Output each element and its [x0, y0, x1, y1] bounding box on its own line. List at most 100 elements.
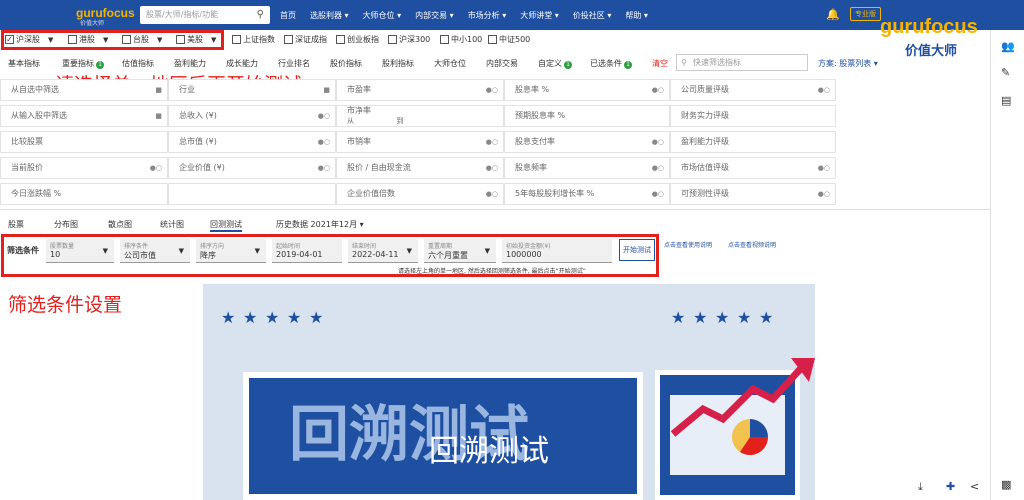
- checkbox-icon[interactable]: [488, 35, 497, 44]
- index-sme100[interactable]: 中小100: [440, 34, 482, 45]
- pro-badge[interactable]: 专业版: [850, 7, 881, 21]
- filter-cell[interactable]: 股息率 % ●○: [504, 79, 670, 101]
- tab-valuation[interactable]: 估值指标: [122, 58, 154, 69]
- region-tw[interactable]: 台股 ▼: [122, 34, 162, 45]
- filter-cell[interactable]: 企业价值 (¥) ●○: [168, 157, 336, 179]
- bell-icon[interactable]: 🔔: [826, 8, 840, 21]
- filter-cell[interactable]: 总市值 (¥) ●○: [168, 131, 336, 153]
- video-guide-link[interactable]: 点击查看视频说明: [728, 240, 776, 249]
- start-test-button[interactable]: 开始测试: [619, 239, 655, 261]
- pencil-icon[interactable]: ✎: [1001, 66, 1010, 79]
- tab-growth[interactable]: 成长能力: [226, 58, 258, 69]
- feedback-icon[interactable]: ▩: [1001, 478, 1011, 491]
- clear-button[interactable]: 清空: [652, 58, 668, 69]
- indicator-search-input[interactable]: ⚲ 快速筛选指标: [676, 54, 808, 71]
- index-chinext[interactable]: 创业板指: [336, 34, 379, 45]
- sort-field-select[interactable]: 排序条件 公司市值 ▼: [120, 239, 190, 263]
- checkbox-icon[interactable]: [122, 35, 131, 44]
- filter-cell[interactable]: 市净率从 到: [336, 105, 504, 127]
- region-us[interactable]: 美股 ▼: [176, 34, 216, 45]
- nav-guru-holdings[interactable]: 大师仓位 ▾: [363, 10, 402, 21]
- chevron-down-icon[interactable]: ▼: [157, 36, 162, 44]
- index-csi300[interactable]: 沪深300: [388, 34, 430, 45]
- sort-direction-select[interactable]: 排序方向 降序 ▼: [196, 239, 266, 263]
- filter-cell[interactable]: 公司质量评级 ●○: [670, 79, 836, 101]
- nav-home[interactable]: 首页: [280, 10, 296, 21]
- chevron-down-icon[interactable]: ▼: [103, 36, 108, 44]
- filter-cell[interactable]: 财务实力评级: [670, 105, 836, 127]
- subtab-stats[interactable]: 统计图: [160, 219, 184, 230]
- checkbox-icon[interactable]: [284, 35, 293, 44]
- filter-cell[interactable]: [168, 183, 336, 205]
- scheme-dropdown[interactable]: 方案: 股票列表 ▾: [818, 58, 878, 69]
- subtab-distribution[interactable]: 分布图: [54, 219, 78, 230]
- filter-cell[interactable]: 盈利能力评级: [670, 131, 836, 153]
- reset-period-select[interactable]: 重置周期 六个月重置 ▼: [424, 239, 496, 263]
- filter-cell[interactable]: 股息支付率 ●○: [504, 131, 670, 153]
- checkbox-icon[interactable]: [68, 35, 77, 44]
- subtab-scatter[interactable]: 散点图: [108, 219, 132, 230]
- region-cn[interactable]: ✓ 沪深股 ▼: [5, 34, 53, 45]
- filter-cell[interactable]: 市盈率 ●○: [336, 79, 504, 101]
- start-date-input[interactable]: 起始时间 2019-04-01: [272, 239, 342, 263]
- nav-market-analysis[interactable]: 市场分析 ▾: [468, 10, 507, 21]
- subtab-backtest[interactable]: 回测测试: [210, 219, 242, 232]
- checkbox-checked-icon[interactable]: ✓: [5, 35, 14, 44]
- filter-cell[interactable]: 当前股价 ●○: [0, 157, 168, 179]
- filter-cell[interactable]: 从自选中筛选 ■: [0, 79, 168, 101]
- index-szse[interactable]: 深证成指: [284, 34, 327, 45]
- filter-cell[interactable]: 比较股票: [0, 131, 168, 153]
- tab-selected[interactable]: 已选条件 1: [590, 58, 632, 69]
- tab-dividend[interactable]: 股利指标: [382, 58, 414, 69]
- gurufocus-logo[interactable]: gurufocus 价值大师: [76, 6, 135, 27]
- nav-insider-trading[interactable]: 内部交易 ▾: [415, 10, 454, 21]
- filter-cell[interactable]: 可预测性评级 ●○: [670, 183, 836, 205]
- nav-community[interactable]: 价投社区 ▾: [573, 10, 612, 21]
- search-icon[interactable]: ⚲: [257, 6, 264, 24]
- checkbox-icon[interactable]: [388, 35, 397, 44]
- tab-price[interactable]: 股价指标: [330, 58, 362, 69]
- stock-count-select[interactable]: 股票数量 10 ▼: [46, 239, 114, 263]
- tab-profitability[interactable]: 盈利能力: [174, 58, 206, 69]
- nav-guru-lectures[interactable]: 大师讲堂 ▾: [520, 10, 559, 21]
- filter-cell[interactable]: 市销率 ●○: [336, 131, 504, 153]
- end-date-input[interactable]: 结束时间 2022-04-11 ▼: [348, 239, 418, 263]
- filter-cell[interactable]: 5年每股股利增长率 % ●○: [504, 183, 670, 205]
- filter-cell[interactable]: 总收入 (¥) ●○: [168, 105, 336, 127]
- filter-cell[interactable]: 行业 ■: [168, 79, 336, 101]
- filter-cell[interactable]: 市场估值评级 ●○: [670, 157, 836, 179]
- nav-stock-picker[interactable]: 选股利器 ▾: [310, 10, 349, 21]
- filter-cell[interactable]: 今日涨跌幅 %: [0, 183, 168, 205]
- users-icon[interactable]: 👥: [1001, 40, 1015, 53]
- usage-guide-link[interactable]: 点击查看使用说明: [664, 240, 712, 249]
- add-icon[interactable]: ✚: [946, 480, 955, 493]
- tab-custom[interactable]: 自定义 1: [538, 58, 572, 69]
- chevron-down-icon[interactable]: ▼: [48, 36, 53, 44]
- nav-help[interactable]: 帮助 ▾: [625, 10, 648, 21]
- initial-investment-input[interactable]: 初始投资金额(¥) 1000000: [502, 239, 612, 263]
- chevron-down-icon[interactable]: ▼: [211, 36, 216, 44]
- history-data-dropdown[interactable]: 历史数据 2021年12月 ▾: [276, 219, 364, 230]
- checkbox-icon[interactable]: [176, 35, 185, 44]
- download-icon[interactable]: ⤓: [918, 480, 923, 494]
- tab-insider[interactable]: 内部交易: [486, 58, 518, 69]
- tab-important[interactable]: 重要指标 1: [62, 58, 104, 69]
- index-csi500[interactable]: 中证500: [488, 34, 530, 45]
- filter-cell[interactable]: 从输入股中筛选 ■: [0, 105, 168, 127]
- share-icon[interactable]: <: [970, 480, 979, 493]
- range-to[interactable]: 到: [357, 117, 404, 125]
- checkbox-icon[interactable]: [336, 35, 345, 44]
- checkbox-icon[interactable]: [440, 35, 449, 44]
- filter-cell[interactable]: 股息频率 ●○: [504, 157, 670, 179]
- tab-basic[interactable]: 基本指标: [8, 58, 40, 69]
- filter-cell[interactable]: 股价 / 自由现金流 ●○: [336, 157, 504, 179]
- tab-industry-rank[interactable]: 行业排名: [278, 58, 310, 69]
- checkbox-icon[interactable]: [232, 35, 241, 44]
- filter-cell[interactable]: 企业价值倍数 ●○: [336, 183, 504, 205]
- region-hk[interactable]: 港股 ▼: [68, 34, 108, 45]
- range-from[interactable]: 从: [347, 117, 354, 125]
- filter-cell[interactable]: 预期股息率 %: [504, 105, 670, 127]
- subtab-stocks[interactable]: 股票: [8, 219, 24, 230]
- index-sse[interactable]: 上证指数: [232, 34, 275, 45]
- global-search-input[interactable]: 股票/大师/指标/功能 ⚲: [140, 6, 270, 24]
